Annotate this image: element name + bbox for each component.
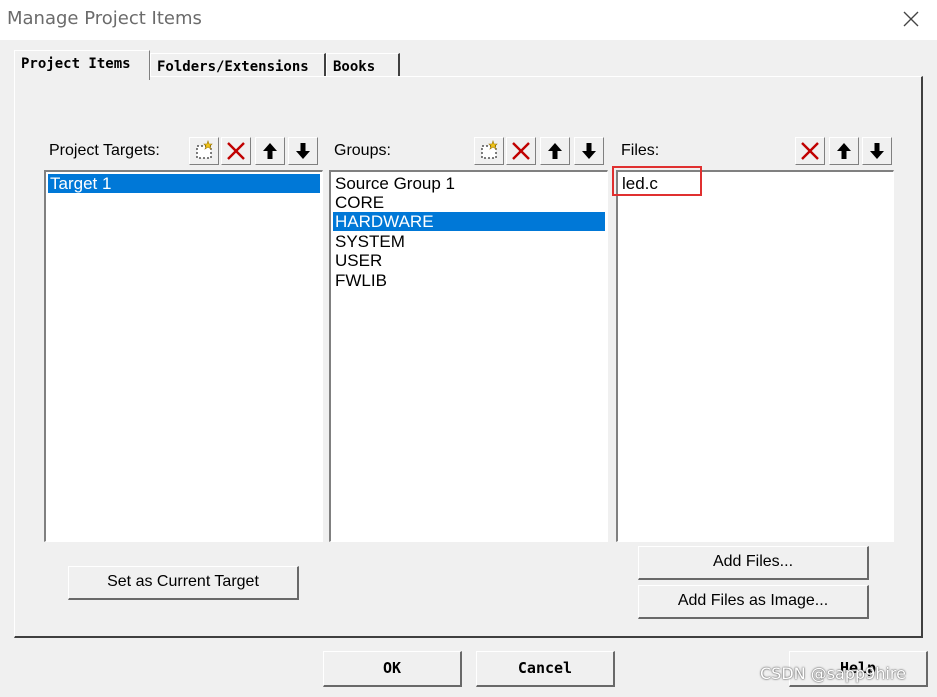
ok-button[interactable]: OK	[323, 651, 462, 687]
group-item-selected[interactable]: HARDWARE	[333, 212, 605, 231]
cancel-button[interactable]: Cancel	[476, 651, 615, 687]
new-item-icon	[481, 140, 498, 159]
move-up-icon	[837, 143, 851, 159]
group-item[interactable]: Source Group 1	[333, 174, 605, 193]
delete-icon	[227, 142, 245, 160]
title-bar: Manage Project Items	[0, 0, 937, 40]
groups-list[interactable]: Source Group 1 CORE HARDWARE SYSTEM USER…	[329, 170, 608, 542]
move-group-down-button[interactable]	[574, 137, 604, 165]
move-up-icon	[548, 143, 562, 159]
move-down-icon	[870, 143, 884, 159]
close-icon[interactable]	[902, 10, 920, 28]
tab-books[interactable]: Books	[326, 53, 400, 77]
group-item[interactable]: USER	[333, 251, 605, 270]
group-item[interactable]: CORE	[333, 193, 605, 212]
targets-list[interactable]: Target 1	[44, 170, 323, 542]
add-files-as-image-button[interactable]: Add Files as Image...	[638, 585, 869, 619]
project-targets-label: Project Targets:	[49, 142, 160, 159]
delete-target-button[interactable]	[221, 137, 251, 165]
watermark: CSDN @sapp9hire	[760, 664, 906, 683]
files-list[interactable]: led.c	[616, 170, 894, 542]
move-target-up-button[interactable]	[255, 137, 285, 165]
new-group-button[interactable]	[474, 137, 504, 165]
delete-file-button[interactable]	[795, 137, 825, 165]
tab-project-items[interactable]: Project Items	[14, 50, 150, 80]
add-files-button[interactable]: Add Files...	[638, 546, 869, 580]
groups-label: Groups:	[334, 142, 391, 159]
files-label: Files:	[621, 142, 660, 159]
move-file-down-button[interactable]	[862, 137, 892, 165]
group-item[interactable]: FWLIB	[333, 271, 605, 290]
move-up-icon	[263, 143, 277, 159]
move-target-down-button[interactable]	[288, 137, 318, 165]
move-down-icon	[296, 143, 310, 159]
set-current-target-button[interactable]: Set as Current Target	[68, 566, 299, 600]
group-item[interactable]: SYSTEM	[333, 232, 605, 251]
target-item[interactable]: Target 1	[48, 174, 320, 193]
annotation-highlight-box	[612, 166, 702, 196]
new-item-icon	[196, 140, 213, 159]
delete-group-button[interactable]	[506, 137, 536, 165]
tab-folders-extensions[interactable]: Folders/Extensions	[150, 53, 326, 77]
delete-icon	[801, 142, 819, 160]
move-group-up-button[interactable]	[540, 137, 570, 165]
delete-icon	[512, 142, 530, 160]
move-file-up-button[interactable]	[829, 137, 859, 165]
new-target-button[interactable]	[189, 137, 219, 165]
move-down-icon	[582, 143, 596, 159]
window-title: Manage Project Items	[7, 8, 202, 29]
